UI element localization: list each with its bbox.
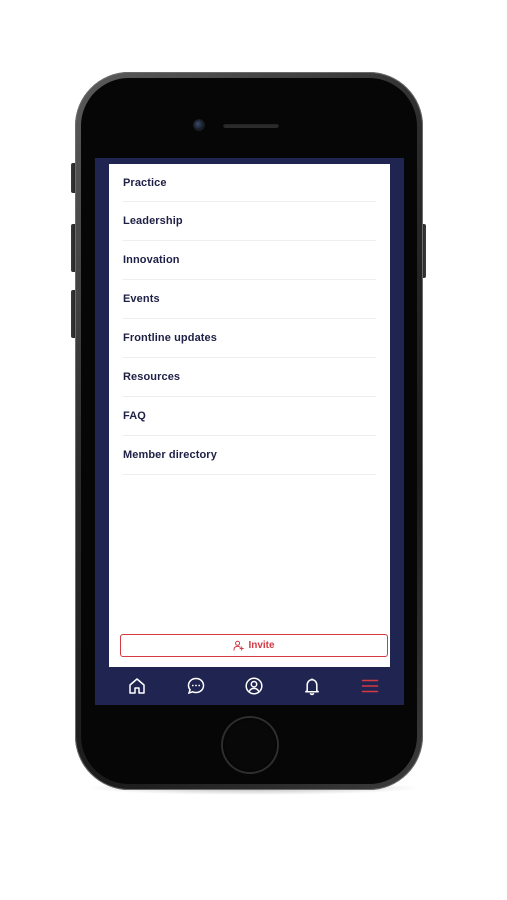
menu-item-label: Practice xyxy=(123,176,167,189)
chat-bubble-icon xyxy=(187,677,205,695)
earpiece-speaker xyxy=(223,123,279,128)
tab-menu[interactable] xyxy=(359,675,381,697)
device-mockup-stage: Practice Leadership Innovation Events Fr… xyxy=(0,0,507,900)
bell-icon xyxy=(305,678,319,696)
home-icon xyxy=(129,678,145,694)
phone-screen: Practice Leadership Innovation Events Fr… xyxy=(95,158,404,705)
menu-item-resources[interactable]: Resources xyxy=(123,358,376,397)
menu-item-innovation[interactable]: Innovation xyxy=(123,241,376,280)
menu-item-label: Frontline updates xyxy=(123,332,217,344)
menu-item-events[interactable]: Events xyxy=(123,280,376,319)
bottom-tab-bar xyxy=(95,667,404,705)
menu-item-member-directory[interactable]: Member directory xyxy=(123,436,376,475)
menu-item-label: Events xyxy=(123,293,160,305)
menu-item-label: Resources xyxy=(123,371,181,383)
menu-item-label: Innovation xyxy=(123,254,180,266)
menu-panel: Practice Leadership Innovation Events Fr… xyxy=(109,164,390,667)
hamburger-menu-icon xyxy=(361,679,379,693)
user-plus-icon xyxy=(233,640,245,651)
tab-profile[interactable] xyxy=(243,675,265,697)
invite-label: Invite xyxy=(248,640,275,651)
menu-item-faq[interactable]: FAQ xyxy=(123,397,376,436)
menu-item-label: Member directory xyxy=(123,449,217,461)
menu-list: Practice Leadership Innovation Events Fr… xyxy=(109,164,390,475)
menu-item-frontline-updates[interactable]: Frontline updates xyxy=(123,319,376,358)
profile-icon xyxy=(245,677,263,695)
tab-notifications[interactable] xyxy=(301,675,323,697)
tab-messages[interactable] xyxy=(185,675,207,697)
menu-item-leadership[interactable]: Leadership xyxy=(123,202,376,241)
menu-item-practice[interactable]: Practice xyxy=(123,164,376,202)
invite-button[interactable]: Invite xyxy=(120,634,388,657)
menu-item-label: Leadership xyxy=(123,215,183,227)
front-camera xyxy=(194,120,204,130)
menu-item-label: FAQ xyxy=(123,410,146,422)
tab-home[interactable] xyxy=(126,675,148,697)
home-button xyxy=(223,718,277,772)
